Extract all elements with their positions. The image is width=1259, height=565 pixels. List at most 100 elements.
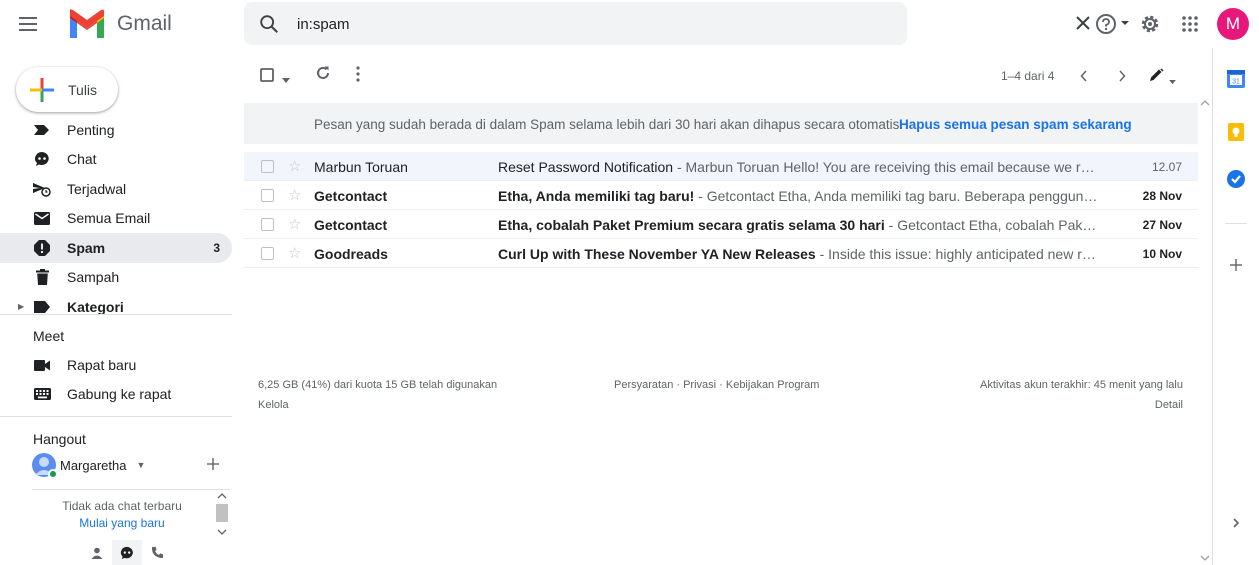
footer-links[interactable]: Persyaratan · Privasi · Kebijakan Progra… <box>614 379 819 391</box>
chat-scrollbar[interactable] <box>214 490 230 538</box>
email-subject-snippet: Reset Password Notification - Marbun Tor… <box>498 159 1100 175</box>
email-snippet: - Marbun Toruan Hello! You are receiving… <box>676 159 1100 175</box>
email-date: 12.07 <box>1151 160 1182 174</box>
email-snippet: - Inside this issue: highly anticipated … <box>819 246 1100 262</box>
hangout-avatar <box>32 453 58 479</box>
sidebar-item-label: Spam <box>67 239 106 256</box>
pagination-range: 1–4 dari 4 <box>1001 69 1055 83</box>
row-checkbox[interactable] <box>261 218 274 231</box>
tab-calls[interactable] <box>142 540 172 565</box>
search-icon[interactable] <box>258 13 280 35</box>
person-icon <box>91 547 103 559</box>
apps-grid-icon <box>1182 16 1198 32</box>
scheduled-icon <box>33 180 51 198</box>
help-icon <box>1096 14 1116 34</box>
table-row[interactable]: ☆ Getcontact Etha, Anda memiliki tag bar… <box>244 181 1198 210</box>
close-icon[interactable] <box>1074 14 1092 32</box>
sidebar-item-spam[interactable]: Spam 3 <box>0 233 232 263</box>
sidebar-item-chat[interactable]: Chat <box>0 145 232 175</box>
keep-icon[interactable] <box>1226 122 1246 142</box>
caret-down-icon[interactable] <box>1118 16 1132 30</box>
sidebar-item-label: Penting <box>67 121 115 138</box>
sidebar-item-categories[interactable]: ▶ Kategori <box>0 292 232 322</box>
sidebar-item-label: Sampah <box>67 269 120 286</box>
add-addon-icon[interactable] <box>1226 255 1246 275</box>
message-toolbar: 1–4 dari 4 <box>244 56 1198 96</box>
manage-storage-link[interactable]: Kelola <box>258 399 289 411</box>
input-tools-options[interactable] <box>1169 72 1176 88</box>
chevron-right-icon <box>1119 70 1126 82</box>
sidebar-item-trash[interactable]: Sampah <box>0 263 232 293</box>
gmail-m-icon <box>70 9 104 38</box>
sidebar-item-important[interactable]: Penting <box>0 115 232 145</box>
gear-icon <box>1141 15 1159 33</box>
main-menu-button[interactable] <box>12 8 44 40</box>
sidebar-item-all-mail[interactable]: Semua Email <box>0 204 232 234</box>
email-subject: Etha, cobalah Paket Premium secara grati… <box>498 217 885 233</box>
keyboard-icon <box>33 385 51 403</box>
account-avatar[interactable]: M <box>1217 8 1249 40</box>
hangout-user-name: Margaretha <box>60 457 127 473</box>
search-bar[interactable]: in:spam <box>244 2 1129 45</box>
more-options-button[interactable] <box>356 66 360 85</box>
hamburger-icon <box>19 17 37 31</box>
email-subject-snippet: Curl Up with These November YA New Relea… <box>498 246 1100 262</box>
star-icon[interactable]: ☆ <box>288 157 301 175</box>
select-all-checkbox[interactable] <box>260 68 274 85</box>
refresh-icon <box>317 66 329 79</box>
video-icon <box>33 356 51 374</box>
hangout-section-title: Hangout <box>33 431 86 447</box>
caret-down-icon: ▼ <box>136 460 146 470</box>
top-bar: Gmail in:spam M <box>0 0 1259 48</box>
star-icon[interactable]: ☆ <box>288 215 301 233</box>
tab-contacts[interactable] <box>82 540 112 565</box>
meet-item-label: Rapat baru <box>67 357 137 373</box>
start-new-chat-link[interactable]: Mulai yang baru <box>32 516 212 530</box>
meet-new-meeting[interactable]: Rapat baru <box>0 350 232 379</box>
email-date: 27 Nov <box>1142 218 1182 232</box>
delete-all-spam-link[interactable]: Hapus semua pesan spam sekarang <box>899 117 1132 132</box>
row-checkbox[interactable] <box>261 247 274 260</box>
gmail-logo[interactable]: Gmail <box>67 9 172 39</box>
tasks-icon[interactable] <box>1226 169 1246 189</box>
email-date: 28 Nov <box>1142 189 1182 203</box>
table-row[interactable]: ☆ Getcontact Etha, cobalah Paket Premium… <box>244 210 1198 239</box>
calendar-icon[interactable]: 31 <box>1226 69 1246 89</box>
table-row[interactable]: ☆ Marbun Toruan Reset Password Notificat… <box>244 152 1198 181</box>
email-snippet: - Getcontact Etha, Anda memiliki tag bar… <box>698 188 1100 204</box>
settings-button[interactable] <box>1136 10 1164 38</box>
hangout-chat-list: Tidak ada chat terbaru Mulai yang baru <box>32 490 230 538</box>
meet-section-title: Meet <box>33 328 65 344</box>
main-scrollbar[interactable] <box>1198 96 1212 565</box>
search-input[interactable]: in:spam <box>297 16 350 33</box>
add-chat-icon[interactable] <box>205 456 221 472</box>
star-icon[interactable]: ☆ <box>288 186 301 204</box>
expand-arrow-icon[interactable]: ▶ <box>18 302 24 311</box>
tab-chats[interactable] <box>112 540 142 565</box>
email-subject-snippet: Etha, cobalah Paket Premium secara grati… <box>498 217 1100 233</box>
row-checkbox[interactable] <box>261 189 274 202</box>
input-tools-button[interactable] <box>1149 68 1165 85</box>
older-page-button[interactable] <box>1118 69 1126 85</box>
star-icon[interactable]: ☆ <box>288 244 301 262</box>
newer-page-button[interactable] <box>1080 69 1088 85</box>
refresh-button[interactable] <box>315 65 331 84</box>
row-checkbox[interactable] <box>261 160 274 173</box>
spam-info-text: Pesan yang sudah berada di dalam Spam se… <box>314 117 904 132</box>
compose-button[interactable]: Tulis <box>16 67 118 112</box>
table-row[interactable]: ☆ Goodreads Curl Up with These November … <box>244 239 1198 268</box>
sidebar-item-label: Kategori <box>67 298 124 315</box>
email-sender: Marbun Toruan <box>314 159 408 175</box>
activity-details-link[interactable]: Detail <box>1155 399 1183 411</box>
label-important-icon <box>33 121 51 139</box>
chevron-right-icon[interactable] <box>1226 513 1246 533</box>
sidebar-item-scheduled[interactable]: Terjadwal <box>0 174 232 204</box>
email-subject: Reset Password Notification <box>498 159 674 175</box>
help-button[interactable] <box>1092 10 1120 38</box>
select-options-button[interactable] <box>282 71 290 87</box>
hangout-user-selector[interactable]: Margaretha ▼ <box>32 453 146 479</box>
apps-button[interactable] <box>1176 10 1204 38</box>
sidebar-item-label: Terjadwal <box>67 180 127 197</box>
storage-usage: 6,25 GB (41%) dari kuota 15 GB telah dig… <box>258 379 498 391</box>
meet-join-meeting[interactable]: Gabung ke rapat <box>0 379 232 408</box>
